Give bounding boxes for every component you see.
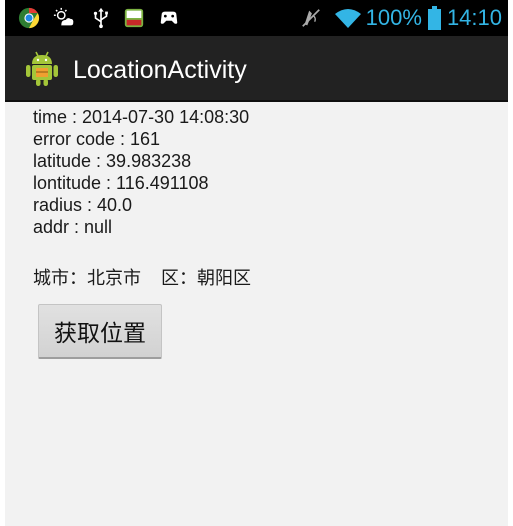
battery-percent: 100% [365,5,422,30]
chrome-icon [18,7,40,29]
action-bar: LocationActivity [5,36,508,102]
info-error-code: error code : 161 [33,129,161,149]
screen: 100% 14:10 LocationActivity time : 2014-… [0,0,513,526]
status-bar: 100% 14:10 [5,0,508,36]
location-info: time : 2014-07-30 14:08:30 error code : … [33,106,508,290]
muted-icon [301,9,320,27]
district-text: 区：朝阳区 [161,268,251,289]
get-location-button[interactable]: 获取位置 [38,304,162,359]
info-latitude: latitude : 39.983238 [33,151,192,171]
city-text: 城市：北京市 [33,268,141,289]
city-district-line: 城市：北京市 区：朝阳区 [33,268,508,290]
hao123-icon [124,8,144,28]
android-icon [26,51,58,86]
game-controller-icon [160,11,178,24]
info-radius: radius : 40.0 [33,195,133,215]
info-longitude: lontitude : 116.491108 [33,173,209,193]
battery-icon [427,6,441,30]
info-time: time : 2014-07-30 14:08:30 [33,107,250,127]
app-title: LocationActivity [73,56,247,84]
status-clock: 14:10 [446,5,502,30]
usb-icon [93,7,108,29]
wifi-icon [334,9,361,28]
status-right: 100% 14:10 [300,0,502,36]
weather-icon [53,7,74,26]
info-addr: addr : null [33,217,113,237]
